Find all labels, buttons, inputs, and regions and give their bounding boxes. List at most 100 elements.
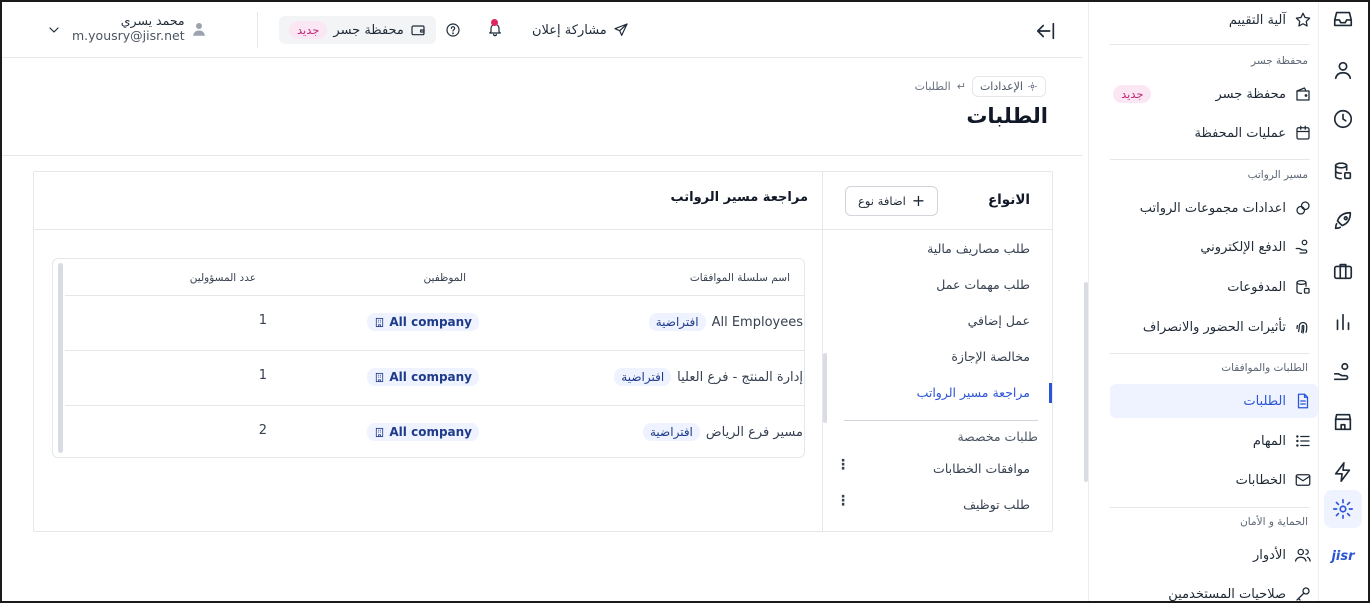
share-label: مشاركة إعلان <box>532 22 607 38</box>
default-tag: افتراضية <box>614 368 672 386</box>
divider <box>1110 353 1310 354</box>
type-item[interactable]: طلب مصاريف مالية <box>927 241 1030 256</box>
type-item[interactable]: مخالصة الإجازة <box>951 349 1030 364</box>
sidebar-item-label: اعدادات مجموعات الرواتب <box>1139 200 1286 216</box>
requests-card: الانواع + اضافة نوع طلب مصاريف مالية طلب… <box>33 171 1053 532</box>
avatar[interactable] <box>190 20 208 38</box>
settings-icon[interactable] <box>1324 490 1362 528</box>
rocket-icon[interactable] <box>1331 209 1355 233</box>
wallet-button[interactable]: محفظة جسر جديد <box>279 16 436 44</box>
type-item-active[interactable]: مراجعة مسير الرواتب <box>917 385 1030 400</box>
sidebar-item-user-permissions[interactable]: صلاحيات المستخدمين <box>1110 577 1318 602</box>
sidebar-item-evaluation[interactable]: آلية التقييم <box>1110 3 1318 37</box>
jisr-logo[interactable]: jisr <box>1331 544 1355 568</box>
count-cell: 1 <box>258 313 267 328</box>
icon-rail: jisr <box>1318 2 1368 601</box>
lightning-icon[interactable] <box>1331 460 1355 484</box>
sidebar-item-e-payment[interactable]: الدفع الإلكتروني <box>1110 230 1318 264</box>
inbox-icon[interactable] <box>1331 7 1355 31</box>
return-arrow-icon: ↵ <box>956 80 966 93</box>
employees-chip[interactable]: All company <box>367 423 479 441</box>
sidebar-item-tasks[interactable]: المهام <box>1110 424 1318 458</box>
circles-icon <box>1294 199 1312 217</box>
more-options-icon[interactable]: ⋮ <box>836 493 850 509</box>
divider <box>1110 159 1310 160</box>
calendar-icon <box>1294 124 1312 142</box>
app-window: jisr آلية التقييم محفظة جسر محفظة جسر جد… <box>0 0 1370 603</box>
wallet-icon <box>411 25 425 36</box>
building-icon <box>376 372 384 382</box>
chain-name: All Employees <box>711 314 803 330</box>
sidebar-item-attendance-effects[interactable]: تأثيرات الحضور والانصراف <box>1110 310 1318 344</box>
new-badge: جديد <box>1113 85 1152 103</box>
sidebar-item-wallet-operations[interactable]: عمليات المحفظة <box>1110 116 1318 150</box>
user-menu-button[interactable] <box>46 22 62 38</box>
breadcrumb-current: الطلبات <box>914 80 951 93</box>
star-icon <box>1294 11 1312 29</box>
share-announcement-button[interactable]: مشاركة إعلان <box>532 22 629 38</box>
clock-icon[interactable] <box>1331 107 1355 131</box>
sidebar-item-requests[interactable]: الطلبات <box>1110 384 1318 418</box>
sidebar-item-label: عمليات المحفظة <box>1194 125 1286 141</box>
sidebar-item-label: تأثيرات الحضور والانصراف <box>1142 319 1286 335</box>
divider <box>1110 507 1310 508</box>
database-icon[interactable] <box>1331 159 1355 183</box>
chain-name: مسير فرع الرياض <box>705 424 803 440</box>
employees-chip[interactable]: All company <box>367 313 479 331</box>
hand-coin-icon[interactable] <box>1331 360 1355 384</box>
notifications-button[interactable] <box>487 19 503 37</box>
sidebar-item-label: محفظة جسر <box>1215 86 1286 102</box>
new-badge: جديد <box>289 21 328 39</box>
sidebar-item-label: صلاحيات المستخدمين <box>1168 586 1286 602</box>
collapse-sidebar-button[interactable] <box>1035 20 1057 42</box>
sidebar-item-label: الأدوار <box>1253 547 1286 563</box>
employees-label: All company <box>389 315 472 329</box>
custom-requests-title: طلبات مخصصة <box>957 429 1038 444</box>
column-header: اسم سلسلة الموافقات <box>689 272 790 284</box>
wallet-icon <box>1294 85 1312 103</box>
users-icon <box>1294 546 1312 564</box>
add-type-button[interactable]: + اضافة نوع <box>845 186 939 216</box>
sidebar-scrollbar[interactable] <box>1084 282 1088 482</box>
type-item[interactable]: طلب مهمات عمل <box>936 277 1030 292</box>
sidebar: آلية التقييم محفظة جسر محفظة جسر جديد عم… <box>1088 2 1318 602</box>
chain-cell: إدارة المنتج - فرع العليا افتراضية <box>614 368 803 386</box>
table-scrollbar[interactable] <box>58 263 63 453</box>
employees-label: All company <box>389 370 472 384</box>
breadcrumb-root-label: الإعدادات <box>979 80 1023 93</box>
sidebar-item-jisr-wallet[interactable]: محفظة جسر جديد <box>1110 77 1318 111</box>
chain-cell: All Employees افتراضية <box>648 313 803 331</box>
section-title-security: الحماية و الأمان <box>1240 516 1308 528</box>
sidebar-item-label: المهام <box>1252 433 1286 449</box>
type-item[interactable]: موافقات الخطابات <box>933 461 1030 476</box>
detail-header: مراجعة مسير الرواتب <box>34 172 822 230</box>
table-row[interactable]: All Employees افتراضية All company 1 <box>65 295 804 350</box>
more-options-icon[interactable]: ⋮ <box>836 457 850 473</box>
sidebar-item-payroll-groups[interactable]: اعدادات مجموعات الرواتب <box>1110 191 1318 225</box>
store-icon[interactable] <box>1331 410 1355 434</box>
user-icon[interactable] <box>1331 58 1355 82</box>
active-indicator <box>1049 383 1052 403</box>
settings-icon <box>1028 82 1037 91</box>
user-info[interactable]: محمد يسري m.yousry@jisr.net <box>72 13 185 43</box>
table-row[interactable]: مسير فرع الرياض افتراضية All company 2 <box>65 405 804 457</box>
page-title: الطلبات <box>966 104 1048 128</box>
table-row[interactable]: إدارة المنتج - فرع العليا افتراضية All c… <box>65 350 804 405</box>
breadcrumb-settings[interactable]: الإعدادات <box>971 76 1046 97</box>
type-item[interactable]: طلب توظيف <box>963 497 1030 512</box>
sidebar-item-letters[interactable]: الخطابات <box>1110 463 1318 497</box>
wallet-label: محفظة جسر <box>333 22 404 38</box>
sidebar-item-payments[interactable]: المدفوعات <box>1110 270 1318 304</box>
bar-chart-icon[interactable] <box>1331 310 1355 334</box>
column-header: الموظفين <box>423 272 466 284</box>
type-item[interactable]: عمل إضافي <box>968 313 1030 328</box>
types-scrollbar[interactable] <box>823 353 827 423</box>
sidebar-item-roles[interactable]: الأدوار <box>1110 538 1318 572</box>
section-title-wallet: محفظة جسر <box>1251 55 1308 67</box>
employees-chip[interactable]: All company <box>367 368 479 386</box>
help-button[interactable] <box>445 22 461 38</box>
building-icon <box>376 427 384 437</box>
count-cell: 1 <box>258 368 267 383</box>
plus-icon: + <box>911 191 926 210</box>
briefcase-icon[interactable] <box>1331 259 1355 283</box>
